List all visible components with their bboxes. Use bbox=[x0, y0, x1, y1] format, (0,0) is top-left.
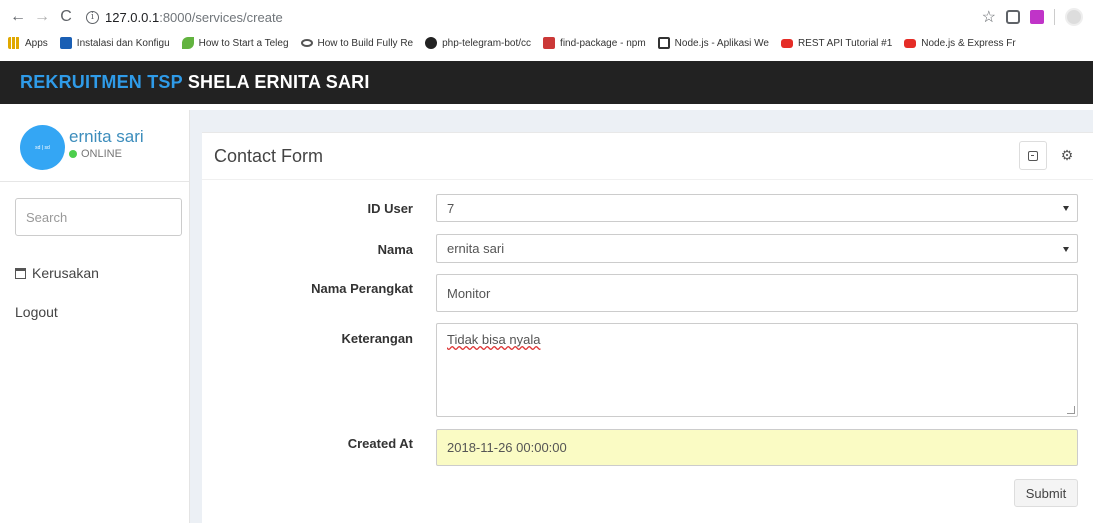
created-at-value: 2018-11-26 00:00:00 bbox=[447, 440, 567, 455]
bookmark-label: REST API Tutorial #1 bbox=[797, 37, 893, 49]
npm-icon bbox=[543, 37, 556, 49]
leaf-icon bbox=[181, 37, 194, 49]
user-status: ONLINE bbox=[69, 148, 122, 160]
bookmark-item[interactable]: php-telegram-bot/cc bbox=[425, 37, 531, 49]
github-icon bbox=[425, 37, 438, 49]
id-user-label: ID User bbox=[367, 201, 413, 216]
nama-label: Nama bbox=[377, 242, 413, 257]
avatar: sd | sd bbox=[20, 125, 65, 170]
reload-icon[interactable]: C bbox=[56, 7, 76, 27]
bookmark-item[interactable]: How to Build Fully Re bbox=[300, 37, 414, 49]
bookmark-label: How to Start a Teleg bbox=[198, 37, 289, 49]
bookmark-item[interactable]: REST API Tutorial #1 bbox=[780, 37, 893, 49]
bookmark-label: find-package - npm bbox=[560, 37, 646, 49]
bookmark-label: Instalasi dan Konfigu bbox=[76, 37, 170, 49]
box-header: Contact Form bbox=[202, 133, 1093, 180]
bookmark-label: Node.js - Aplikasi We bbox=[674, 37, 769, 49]
keterangan-label: Keterangan bbox=[341, 331, 413, 346]
bookmarks-bar: Apps Instalasi dan Konfigu How to Start … bbox=[0, 34, 1093, 52]
keterangan-textarea[interactable]: Tidak bisa nyala bbox=[436, 323, 1078, 417]
brand-primary[interactable]: REKRUITMEN TSP bbox=[20, 72, 183, 93]
window-icon bbox=[1028, 150, 1038, 161]
sidebar-item-label: Logout bbox=[15, 304, 58, 320]
site-icon bbox=[59, 37, 72, 49]
url-host: 127.0.0.1 bbox=[105, 9, 160, 25]
contact-form-box: Contact Form ⚙ ID User 7 Nama ernita sar… bbox=[202, 132, 1093, 523]
minimize-button[interactable] bbox=[1019, 141, 1047, 170]
nama-perangkat-label: Nama Perangkat bbox=[311, 281, 413, 296]
bookmark-label: Node.js & Express Fr bbox=[921, 37, 1016, 49]
divider bbox=[1054, 9, 1055, 25]
nama-value: ernita sari bbox=[447, 241, 505, 256]
box-tools: ⚙ bbox=[1019, 141, 1081, 170]
app-header: REKRUITMEN TSP SHELA ERNITA SARI bbox=[0, 61, 1093, 104]
profile-avatar-icon[interactable] bbox=[1065, 8, 1083, 26]
extension-icon[interactable] bbox=[1030, 10, 1044, 24]
created-at-label: Created At bbox=[347, 436, 413, 451]
brand-secondary: SHELA ERNITA SARI bbox=[187, 72, 370, 92]
forward-arrow-icon[interactable]: → bbox=[32, 7, 52, 27]
sidebar-item-kerusakan[interactable]: Kerusakan bbox=[15, 265, 99, 281]
info-icon[interactable]: i bbox=[86, 10, 99, 24]
created-at-input[interactable]: 2018-11-26 00:00:00 bbox=[436, 429, 1078, 466]
book-icon bbox=[657, 37, 670, 49]
nama-perangkat-input[interactable]: Monitor bbox=[436, 274, 1078, 312]
sidebar-item-logout[interactable]: Logout bbox=[15, 304, 58, 320]
page-title: Contact Form bbox=[214, 145, 324, 166]
bookmark-star-icon[interactable]: ☆ bbox=[982, 7, 996, 27]
id-user-value: 7 bbox=[447, 200, 455, 216]
caret-down-icon bbox=[1063, 246, 1069, 252]
youtube-icon bbox=[904, 38, 917, 48]
search-placeholder: Search bbox=[26, 209, 68, 225]
apps-grid-icon bbox=[8, 37, 20, 49]
resize-handle-icon[interactable] bbox=[1067, 406, 1075, 414]
submit-label: Submit bbox=[1025, 485, 1067, 501]
sidebar: sd | sd ernita sari ONLINE Search Kerusa… bbox=[0, 110, 190, 523]
gears-icon: ⚙ bbox=[1060, 147, 1074, 163]
nama-perangkat-value: Monitor bbox=[447, 285, 491, 301]
user-panel: sd | sd ernita sari ONLINE bbox=[0, 110, 189, 182]
bookmark-label: How to Build Fully Re bbox=[317, 37, 414, 49]
status-label: ONLINE bbox=[81, 148, 122, 160]
bookmark-label: php-telegram-bot/cc bbox=[442, 37, 532, 49]
id-user-select[interactable]: 7 bbox=[436, 194, 1078, 222]
bookmark-item[interactable]: find-package - npm bbox=[543, 37, 646, 49]
avatar-text: sd | sd bbox=[35, 144, 50, 151]
back-arrow-icon[interactable]: ← bbox=[8, 7, 28, 27]
glasses-icon bbox=[300, 39, 313, 47]
bookmark-item[interactable]: Node.js & Express Fr bbox=[904, 37, 1016, 49]
url-field[interactable]: i 127.0.0.1:8000/services/create bbox=[86, 10, 283, 25]
bookmark-apps[interactable]: Apps bbox=[8, 37, 48, 49]
keterangan-value: Tidak bisa nyala bbox=[447, 332, 541, 347]
online-dot-icon bbox=[69, 150, 77, 158]
extension-icon[interactable] bbox=[1006, 10, 1020, 24]
nama-select[interactable]: ernita sari bbox=[436, 234, 1078, 263]
submit-button[interactable]: Submit bbox=[1014, 479, 1078, 507]
settings-button[interactable]: ⚙ bbox=[1053, 141, 1081, 170]
bookmark-item[interactable]: Instalasi dan Konfigu bbox=[59, 37, 170, 49]
bookmark-item[interactable]: Node.js - Aplikasi We bbox=[657, 37, 769, 49]
browser-address-bar: ← → C i 127.0.0.1:8000/services/create ☆ bbox=[0, 0, 1093, 34]
user-name: ernita sari bbox=[69, 127, 144, 146]
search-input[interactable]: Search bbox=[15, 198, 182, 236]
sidebar-item-label: Kerusakan bbox=[32, 265, 99, 281]
url-path: :8000/services/create bbox=[159, 9, 283, 25]
bookmark-label: Apps bbox=[25, 37, 48, 49]
bookmark-item[interactable]: How to Start a Teleg bbox=[181, 37, 289, 49]
caret-down-icon bbox=[1063, 206, 1069, 211]
calendar-icon bbox=[15, 267, 26, 279]
youtube-icon bbox=[780, 38, 793, 48]
